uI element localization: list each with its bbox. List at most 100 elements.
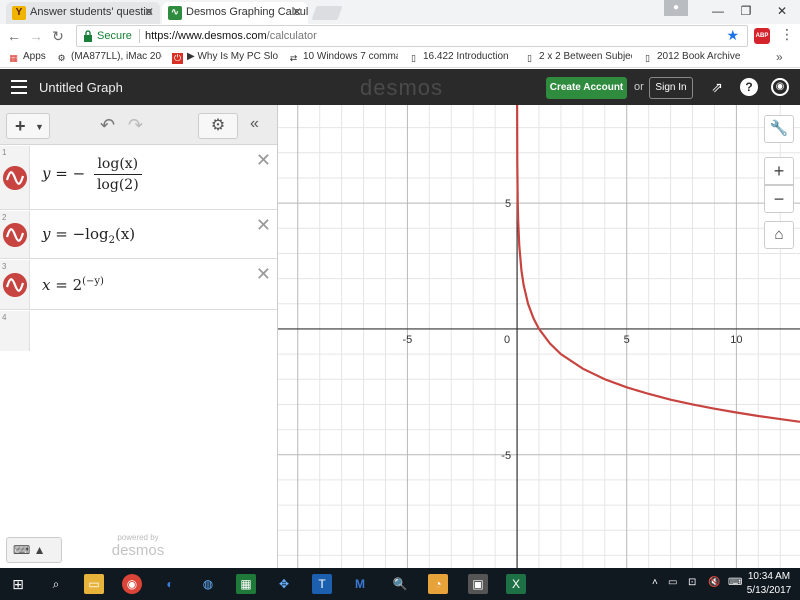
graph-title[interactable]: Untitled Graph <box>39 80 123 95</box>
expression-row-2[interactable]: 2 y = −log2(x) ✕ <box>0 211 277 259</box>
browser-tab-strip: Y Answer students' questio ✕ ∿ Desmos Gr… <box>0 0 800 24</box>
undo-icon[interactable]: ↶ <box>100 115 115 136</box>
app-m-icon[interactable]: M <box>350 574 370 594</box>
app-document-icon[interactable]: T <box>312 574 332 594</box>
app-grid-icon[interactable]: ▦ <box>236 574 256 594</box>
expression-math[interactable]: y = − log(x) log(2) <box>42 156 142 193</box>
graph-color-toggle-icon[interactable] <box>3 166 27 190</box>
delete-expression-icon[interactable]: ✕ <box>256 215 271 236</box>
wrench-icon[interactable]: 🔧 <box>764 115 794 143</box>
graph-color-toggle-icon[interactable] <box>3 223 27 247</box>
zoom-out-icon[interactable]: − <box>764 185 794 213</box>
bookmark-star-icon[interactable]: ★ <box>726 27 739 44</box>
bookmark-16422[interactable]: ▯ 16.422 Introduction <box>408 51 512 64</box>
app-orange-icon[interactable]: ◔ <box>428 574 448 594</box>
tray-chevron-up-icon[interactable]: ˄ <box>652 577 658 588</box>
restore-icon[interactable]: ❐ <box>728 0 764 22</box>
file-explorer-icon[interactable]: ▭ <box>84 574 104 594</box>
tray-device-icon[interactable]: ▭ <box>668 577 677 588</box>
secure-label: Secure <box>97 30 132 42</box>
bookmark-apps[interactable]: ▦ Apps <box>8 51 46 64</box>
windows-start-icon[interactable]: ⊞ <box>8 574 28 594</box>
expression-row-4[interactable]: 4 <box>0 311 277 351</box>
url-text[interactable]: https://www.desmos.com/calculator <box>145 30 317 42</box>
link-icon: ⇄ <box>289 53 298 63</box>
expression-math[interactable]: x = 2(−y) <box>42 276 104 294</box>
keypad-toggle-button[interactable]: ⌨ ▲ <box>6 537 62 563</box>
bookmark-windows7[interactable]: ⇄ 10 Windows 7 comma <box>288 51 398 64</box>
share-icon[interactable]: ⇗ <box>708 78 726 96</box>
delete-expression-icon[interactable]: ✕ <box>256 264 271 285</box>
x-tick-label: 0 <box>504 334 510 346</box>
delete-expression-icon[interactable]: ✕ <box>256 150 271 171</box>
chrome-icon[interactable]: ◉ <box>122 574 142 594</box>
bookmark-2x2[interactable]: ▯ 2 x 2 Between Subjec <box>524 51 632 64</box>
app-blue-icon[interactable]: ◐ <box>160 574 180 594</box>
tray-volume-muted-icon[interactable]: 🔇 <box>708 577 720 588</box>
language-globe-icon[interactable]: ◉ <box>771 78 789 96</box>
bookmark-label: 16.422 Introduction <box>423 51 509 62</box>
tick-labels: -5 0 5 10 -5 5 <box>403 198 743 462</box>
search-icon[interactable]: ⌕ <box>46 574 66 594</box>
hamburger-menu-icon[interactable] <box>11 80 27 94</box>
expression-row-3[interactable]: 3 x = 2(−y) ✕ <box>0 260 277 310</box>
x-tick-label: -5 <box>403 334 413 346</box>
collapse-panel-icon[interactable]: « <box>250 115 259 133</box>
app-window-icon[interactable]: ▣ <box>468 574 488 594</box>
power-icon: ⏻ <box>172 53 183 64</box>
excel-icon[interactable]: X <box>506 574 526 594</box>
clock-date[interactable]: 5/13/2017 <box>746 585 792 596</box>
expression-index: 1 <box>2 148 7 157</box>
desmos-header: Untitled Graph desmos Create Account or … <box>0 69 800 105</box>
graph-plot[interactable]: -5 0 5 10 -5 5 <box>278 105 800 568</box>
math-operator: = 2 <box>50 276 83 294</box>
bookmark-imac[interactable]: ⚙ (MA877LL), iMac 20-in <box>56 51 162 64</box>
tab-close-icon[interactable]: ✕ <box>144 5 154 19</box>
tray-network-icon[interactable]: ⊡ <box>688 577 696 588</box>
clock-time[interactable]: 10:34 AM <box>746 571 792 582</box>
gear-icon[interactable]: ⚙ <box>198 113 238 139</box>
sign-in-button[interactable]: Sign In <box>649 77 693 99</box>
graph-color-toggle-icon[interactable] <box>3 273 27 297</box>
window-close-icon[interactable]: ✕ <box>764 0 800 22</box>
browser-tab-desmos[interactable]: ∿ Desmos Graphing Calcula ✕ <box>162 2 308 24</box>
math-numerator: log(x) <box>93 156 142 175</box>
address-bar[interactable]: Secure https://www.desmos.com/calculator… <box>76 25 748 47</box>
bookmark-pc-slow[interactable]: ⏻ ▶ Why Is My PC Slow <box>172 51 278 64</box>
app-network-icon[interactable]: ✥ <box>274 574 294 594</box>
new-tab-button[interactable] <box>311 6 343 20</box>
bookmarks-overflow-button[interactable]: » <box>776 50 783 64</box>
lock-icon <box>84 30 92 42</box>
expression-gutter: 2 <box>0 211 30 258</box>
browser-tab-answer[interactable]: Y Answer students' questio ✕ <box>6 2 160 24</box>
browser-menu-icon[interactable]: ⋮ <box>780 26 794 43</box>
back-arrow-icon[interactable]: ← <box>4 26 24 46</box>
tray-keyboard-icon[interactable]: ⌨ <box>728 577 742 588</box>
bookmark-2012-archive[interactable]: ▯ 2012 Book Archive <box>642 51 754 64</box>
expression-toolbar: + ▼ ↶ ↷ ⚙ « <box>0 105 277 145</box>
adblock-icon[interactable]: ABP <box>754 28 770 44</box>
keyboard-icon: ⌨ <box>13 543 31 557</box>
user-profile-icon[interactable]: ● <box>664 0 688 16</box>
reload-icon[interactable]: ↻ <box>48 26 68 46</box>
expression-math[interactable]: y = −log2(x) <box>42 225 135 246</box>
math-denominator: log(2) <box>96 177 139 193</box>
page-icon: ▯ <box>527 53 532 63</box>
expression-gutter: 4 <box>0 311 30 351</box>
app-globe-icon[interactable]: ◍ <box>198 574 218 594</box>
magnifier-app-icon[interactable]: 🔍 <box>390 574 410 594</box>
add-item-button[interactable]: + ▼ <box>6 113 50 139</box>
expression-row-1[interactable]: 1 y = − log(x) log(2) ✕ <box>0 146 277 210</box>
create-account-button[interactable]: Create Account <box>546 77 627 99</box>
minor-gridlines <box>278 105 800 568</box>
graph-canvas[interactable]: -5 0 5 10 -5 5 🔧 + − ⌂ <box>278 105 800 568</box>
forward-arrow-icon[interactable]: → <box>26 26 46 46</box>
tab-close-icon[interactable]: ✕ <box>292 5 302 19</box>
bookmark-label: ▶ Why Is My PC Slow <box>187 51 278 62</box>
help-icon[interactable]: ? <box>740 78 758 96</box>
zoom-in-icon[interactable]: + <box>764 157 794 185</box>
answer-favicon-icon: Y <box>12 6 26 20</box>
desmos-logo: desmos <box>360 75 444 100</box>
redo-icon[interactable]: ↷ <box>128 115 143 136</box>
home-icon[interactable]: ⌂ <box>764 221 794 249</box>
